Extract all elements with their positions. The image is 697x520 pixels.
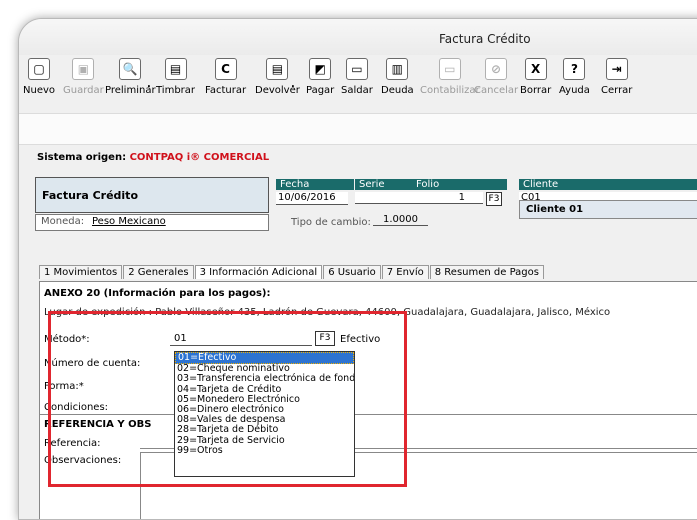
place-of-issue: Lugar de expedición : Pablo Villaseñor 4…	[44, 307, 611, 318]
payment-method-description: Efectivo	[340, 334, 381, 345]
toolbar-label: Deuda	[381, 85, 414, 96]
toolbar-label: Ayuda	[559, 85, 590, 96]
anexo-title: ANEXO 20 (Información para los pagos):	[44, 288, 271, 299]
contabilizar-button[interactable]: ▭ Contabilizar	[420, 58, 480, 96]
pagar-button[interactable]: ◩ Pagar	[306, 58, 334, 96]
return-icon: ▤	[266, 58, 289, 80]
debt-icon: ▥	[386, 58, 409, 80]
dropdown-option[interactable]: 99=Otros	[175, 445, 354, 456]
currency-label: Moneda:	[41, 216, 85, 227]
tab-2[interactable]: 2 Generales	[123, 265, 194, 279]
tab-bar: 1 Movimientos 2 Generales 3 Información Ad…	[39, 265, 545, 281]
toolbar-label: Pagar	[306, 85, 335, 96]
toolbar-label: Cancelar	[474, 85, 519, 96]
toolbar-label: Nuevo	[23, 85, 56, 96]
reference-label: Referencia:	[44, 438, 101, 449]
timbrar-button[interactable]: ▤ Timbrar	[156, 58, 195, 96]
tab-3[interactable]: 3 Información Adicional	[194, 265, 323, 279]
toolbar-label: Saldar	[341, 85, 373, 96]
folio-field[interactable]: 1	[355, 192, 483, 204]
saldar-button[interactable]: ▭ Saldar	[341, 58, 373, 96]
toolbar-label: Guardar	[63, 85, 104, 96]
nuevo-button[interactable]: ▢ Nuevo	[23, 58, 55, 96]
preview-icon: 🔍	[119, 58, 142, 80]
toolbar-label: Borrar	[520, 85, 552, 96]
account-number-label: Número de cuenta:	[44, 358, 141, 369]
preliminar-button[interactable]: 🔍 Preliminar	[105, 58, 156, 96]
stamp-icon: ▤	[164, 58, 187, 80]
help-icon: ?	[563, 58, 586, 80]
payment-method-f3-button[interactable]: F3	[315, 331, 335, 346]
exchange-rate-field[interactable]: 1.0000	[373, 214, 428, 226]
tab-4[interactable]: 6 Usuario	[323, 265, 381, 279]
tab-6[interactable]: 8 Resumen de Pagos	[429, 265, 544, 279]
tab-1[interactable]: 1 Movimientos	[39, 265, 123, 279]
window-title: Factura Crédito	[439, 32, 531, 46]
tab-5[interactable]: 7 Envío	[381, 265, 429, 279]
date-field[interactable]: 10/06/2016	[276, 192, 348, 205]
accounting-icon: ▭	[438, 58, 461, 80]
delete-icon: X	[524, 58, 547, 80]
observations-label: Observaciones:	[44, 455, 122, 466]
toolbar-label: Facturar	[205, 85, 247, 96]
document-type: Factura Crédito	[42, 189, 138, 202]
cancel-icon: ⊘	[485, 58, 508, 80]
reference-section-title: REFERENCIA Y OBS	[44, 419, 152, 430]
folio-f3-button[interactable]: F3	[486, 192, 502, 206]
payment-method-field[interactable]: 01	[170, 333, 312, 346]
toolbar-label: Timbrar	[156, 85, 196, 96]
guardar-button[interactable]: ▣ Guardar	[63, 58, 104, 96]
conditions-label: Condiciones:	[44, 402, 109, 413]
origin-system: Sistema origen: CONTPAQ i® COMERCIAL	[37, 152, 269, 163]
currency-value: Peso Mexicano	[92, 216, 166, 227]
additional-info-panel: ANEXO 20 (Información para los pagos): L…	[39, 281, 697, 519]
preliminar-dropdown-caret[interactable]: .	[147, 79, 151, 90]
toolbar-strip	[19, 113, 697, 145]
borrar-button[interactable]: X Borrar	[520, 58, 551, 96]
facturar-button[interactable]: C Facturar	[205, 58, 246, 96]
origin-label: Sistema origen:	[37, 152, 127, 163]
document-type-panel: Factura Crédito	[35, 177, 269, 213]
exchange-rate-label: Tipo de cambio:	[291, 217, 371, 228]
observations-field[interactable]	[140, 452, 141, 519]
date-header: Fecha	[276, 179, 354, 190]
serie-header: Serie	[355, 179, 414, 190]
payment-method-dropdown[interactable]: 01=Efectivo 02=Cheque nominativo 03=Transf…	[174, 351, 355, 477]
payment-form-label: Forma:*	[44, 381, 84, 392]
devolver-button[interactable]: ▤ Devolver	[255, 58, 300, 96]
section-divider	[40, 414, 697, 415]
ayuda-button[interactable]: ? Ayuda	[559, 58, 590, 96]
currency-field[interactable]: Moneda: Peso Mexicano	[35, 214, 269, 231]
facturar-dropdown-caret[interactable]: .	[291, 79, 295, 90]
deuda-button[interactable]: ▥ Deuda	[381, 58, 414, 96]
application-window: Factura Crédito ▢ Nuevo ▣ Guardar 🔍 Prelimina…	[18, 18, 697, 520]
toolbar: ▢ Nuevo ▣ Guardar 🔍 Preliminar ▤ Timbrar C Factur…	[19, 55, 697, 115]
origin-value: CONTPAQ i® COMERCIAL	[129, 152, 270, 163]
toolbar-label: Contabilizar	[420, 85, 480, 96]
cerrar-button[interactable]: ⇥ Cerrar	[601, 58, 632, 96]
client-name: Cliente 01	[519, 200, 697, 219]
cancelar-button[interactable]: ⊘ Cancelar	[474, 58, 518, 96]
settle-icon: ▭	[345, 58, 368, 80]
pay-icon: ◩	[309, 58, 332, 80]
invoice-icon: C	[214, 58, 237, 80]
title-bar: Factura Crédito	[19, 19, 697, 55]
folio-header: Folio	[412, 179, 507, 190]
save-icon: ▣	[72, 58, 95, 80]
close-icon: ⇥	[605, 58, 628, 80]
payment-method-label: Método*:	[44, 334, 90, 345]
new-doc-icon: ▢	[28, 58, 50, 80]
client-header: Cliente	[519, 179, 697, 190]
toolbar-label: Cerrar	[601, 85, 633, 96]
